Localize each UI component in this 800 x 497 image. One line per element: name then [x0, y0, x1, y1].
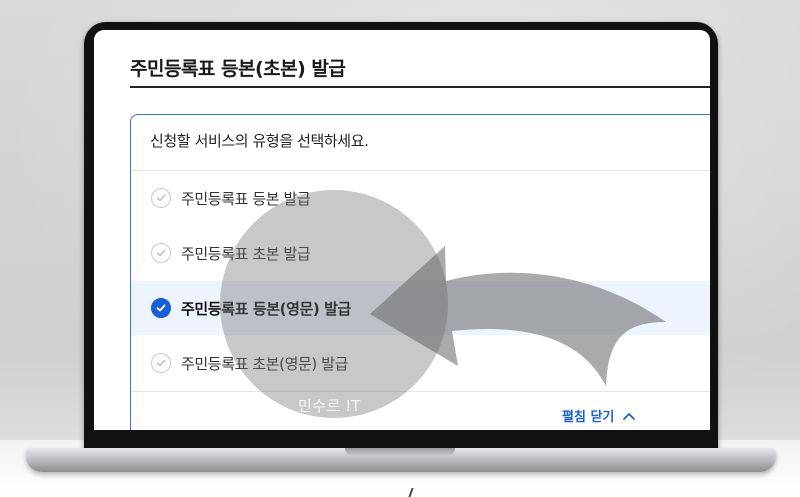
options-bottom-divider	[131, 391, 710, 392]
chevron-up-icon	[623, 412, 636, 420]
title-divider	[130, 86, 710, 88]
instruction-text: 신청할 서비스의 유형을 선택하세요.	[150, 132, 369, 150]
cursor-highlight-circle	[220, 190, 448, 418]
check-circle-filled-icon	[151, 298, 171, 318]
collapse-toggle-label: 펼침 닫기	[562, 410, 615, 425]
watermark: 민수르 IT	[298, 397, 361, 415]
check-circle-icon	[151, 243, 171, 263]
check-circle-icon	[151, 353, 171, 373]
check-circle-icon	[151, 188, 171, 208]
option-resident-copy[interactable]: 주민등록표 등본 발급	[131, 171, 710, 225]
cable	[408, 488, 428, 497]
collapse-toggle[interactable]: 펼침 닫기	[562, 406, 636, 425]
page-title: 주민등록표 등본(초본) 발급	[130, 58, 346, 80]
laptop-notch	[345, 448, 455, 456]
